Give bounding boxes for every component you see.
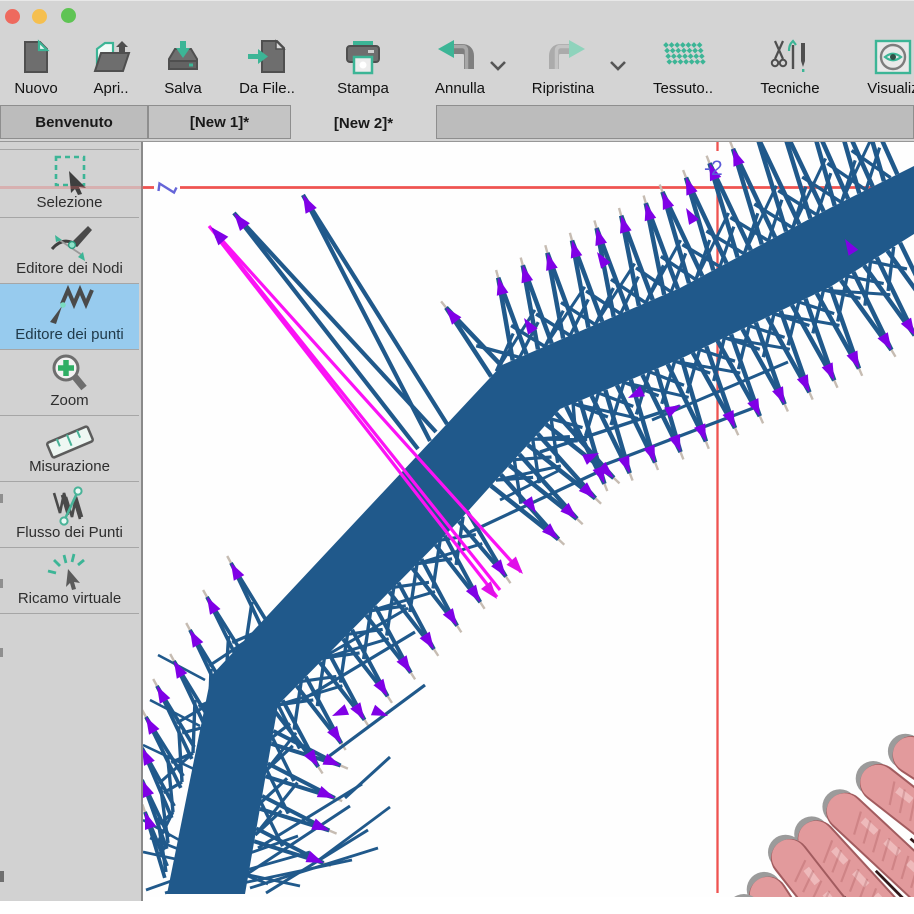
svg-text:-2: -2	[704, 157, 723, 180]
